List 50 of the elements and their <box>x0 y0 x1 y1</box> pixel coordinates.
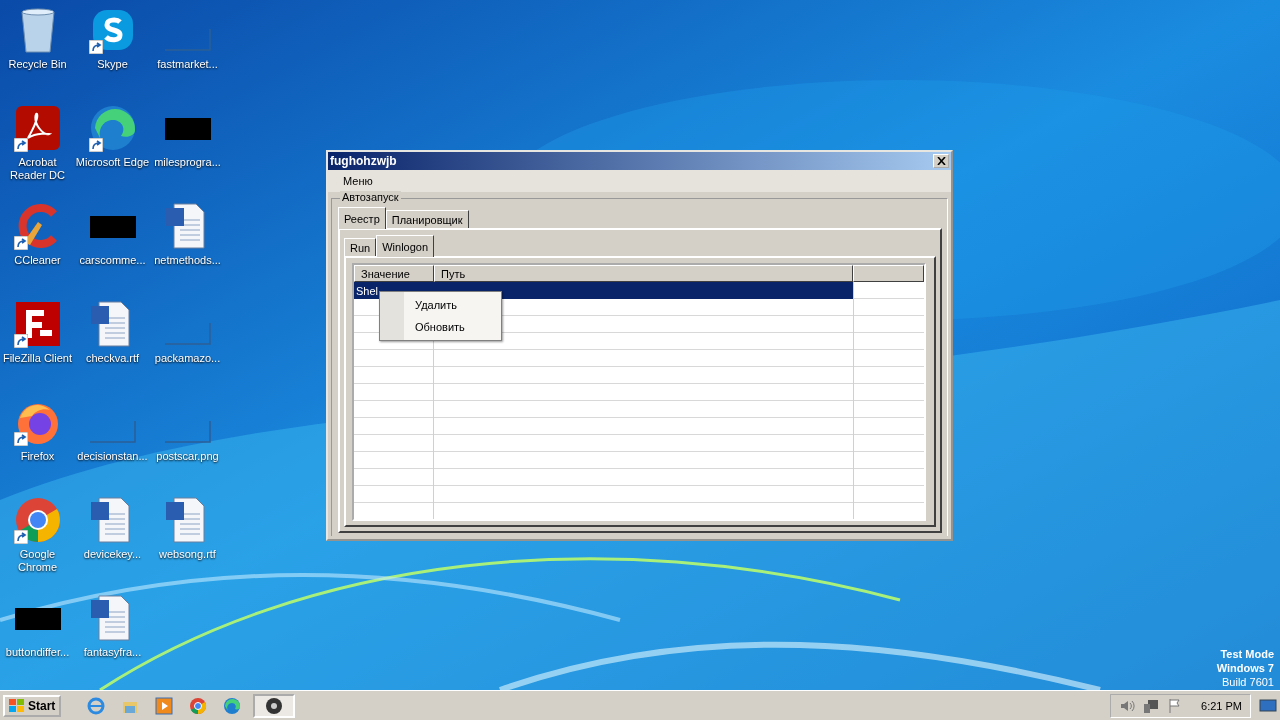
desktop-icon-label[interactable]: FileZilla Client <box>0 352 75 365</box>
browser-e-icon <box>87 696 106 715</box>
file-outline-icon <box>164 421 211 443</box>
chrome-icon <box>189 696 208 715</box>
tab[interactable]: Планировщик <box>385 210 469 228</box>
close-icon <box>936 157 946 165</box>
system-info-text: Test Mode <box>1220 647 1274 661</box>
file-outline-icon <box>164 29 211 51</box>
desktop-icon-label[interactable]: Firefox <box>0 450 75 463</box>
desktop-icon-label[interactable]: netmethods... <box>150 254 225 267</box>
desktop-icon-label[interactable]: decisionstan... <box>75 450 150 463</box>
app-circle-icon <box>265 696 284 715</box>
group-label: Автозапуск <box>340 191 401 203</box>
tab[interactable]: Winlogon <box>376 235 435 257</box>
windows-logo-icon <box>9 698 25 713</box>
desktop-icon-label[interactable]: carscomme... <box>75 254 150 267</box>
network-icon <box>1143 697 1160 714</box>
tab[interactable]: Реестр <box>338 207 386 229</box>
start-button[interactable]: Start <box>3 694 62 717</box>
clock[interactable]: 6:21 PM <box>1201 699 1242 712</box>
dark-thumbnail-icon <box>164 118 211 140</box>
play-icon <box>155 696 174 715</box>
menu-item[interactable]: Меню <box>336 173 380 189</box>
system-info-text: Build 7601 <box>1222 675 1274 689</box>
file-outline-icon <box>164 323 211 345</box>
table-cell[interactable] <box>434 282 853 299</box>
desktop-icon-label[interactable]: Acrobat Reader DC <box>0 156 75 182</box>
desktop-icon-label[interactable]: Microsoft Edge <box>75 156 150 169</box>
tab[interactable]: Run <box>344 238 377 256</box>
desktop-icon-label[interactable]: milesprogra... <box>150 156 225 169</box>
desktop-icon-label[interactable]: Skype <box>75 58 150 71</box>
dark-thumbnail-icon <box>14 608 61 630</box>
wave-swirl-icon <box>88 104 137 152</box>
taskbar-button[interactable] <box>253 693 296 718</box>
window-title: fughohzwjb <box>330 154 397 168</box>
menu-item[interactable]: Обновить <box>380 316 501 338</box>
desktop-icon-label[interactable]: Recycle Bin <box>0 58 75 71</box>
file-outline-icon <box>89 421 136 443</box>
column-header[interactable]: Путь <box>434 265 853 282</box>
desktop-icon-label[interactable]: packamazo... <box>150 352 225 365</box>
wave-swirl-icon <box>223 696 242 715</box>
system-info-text: Windows 7 <box>1216 661 1274 675</box>
desktop-icon-label[interactable]: checkva.rtf <box>75 352 150 365</box>
show-desktop-icon[interactable] <box>1259 697 1277 714</box>
chrome-icon <box>13 496 62 544</box>
close-button[interactable] <box>933 154 949 168</box>
dark-thumbnail-icon <box>89 216 136 238</box>
desktop-icon-label[interactable]: CCleaner <box>0 254 75 267</box>
column-header[interactable]: Значение <box>354 265 434 282</box>
desktop-icon-label[interactable]: fastmarket... <box>150 58 225 71</box>
